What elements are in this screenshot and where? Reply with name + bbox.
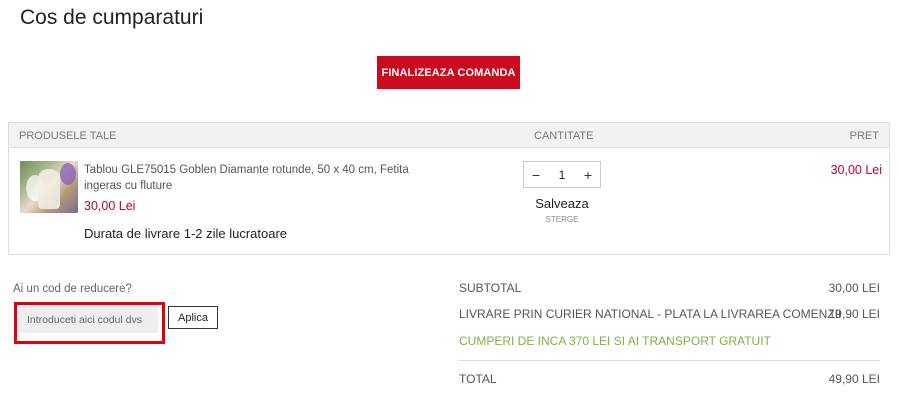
column-header-price: PRET [849,130,879,142]
thumbnail-figure-shape [38,169,60,209]
subtotal-label: SUBTOTAL [459,281,522,295]
delete-link[interactable]: STERGE [523,215,601,224]
product-thumbnail[interactable] [20,161,78,213]
product-unit-price: 30,00 Lei [84,199,136,213]
summary-row-shipping: LIVRARE PRIN CURIER NATIONAL - PLATA LA … [458,307,880,323]
cart-table-header: PRODUSELE TALE CANTITATE PRET [9,123,889,148]
product-name-link[interactable]: Tablou GLE75015 Goblen Diamante rotunde,… [84,162,444,194]
summary-row-subtotal: SUBTOTAL 30,00 LEI [458,281,880,297]
apply-discount-button[interactable]: Aplica [168,306,218,329]
quantity-stepper: − 1 + [523,161,601,188]
checkout-button[interactable]: FINALIZEAZA COMANDA [377,56,520,89]
subtotal-value: 30,00 LEI [828,281,880,295]
free-shipping-note: CUMPERI DE INCA 370 LEI SI AI TRANSPORT … [458,334,880,350]
row-total-price: 30,00 Lei [830,163,882,177]
discount-label: Ai un cod de reducere? [13,283,132,295]
delivery-time: Durata de livrare 1-2 zile lucratoare [84,226,288,241]
quantity-increase-button[interactable]: + [579,165,597,184]
page-title: Cos de cumparaturi [20,6,204,29]
column-header-products: PRODUSELE TALE [19,130,117,142]
summary-divider [458,360,880,361]
column-header-quantity: CANTITATE [534,130,594,142]
shipping-value: 19,90 LEI [828,307,880,321]
quantity-decrease-button[interactable]: − [527,165,545,184]
discount-code-input[interactable] [18,306,158,333]
total-label: TOTAL [459,372,497,386]
free-shipping-text: CUMPERI DE INCA 370 LEI SI AI TRANSPORT … [459,334,771,348]
save-link[interactable]: Salveaza [523,196,601,211]
shipping-label: LIVRARE PRIN CURIER NATIONAL - PLATA LA … [459,307,842,321]
total-value: 49,90 LEI [828,372,880,386]
quantity-value[interactable]: 1 [546,168,578,182]
thumbnail-flowers-shape [60,163,76,185]
summary-row-total: TOTAL 49,90 LEI [458,372,880,388]
cart-table: PRODUSELE TALE CANTITATE PRET Tablou GLE… [8,122,890,255]
